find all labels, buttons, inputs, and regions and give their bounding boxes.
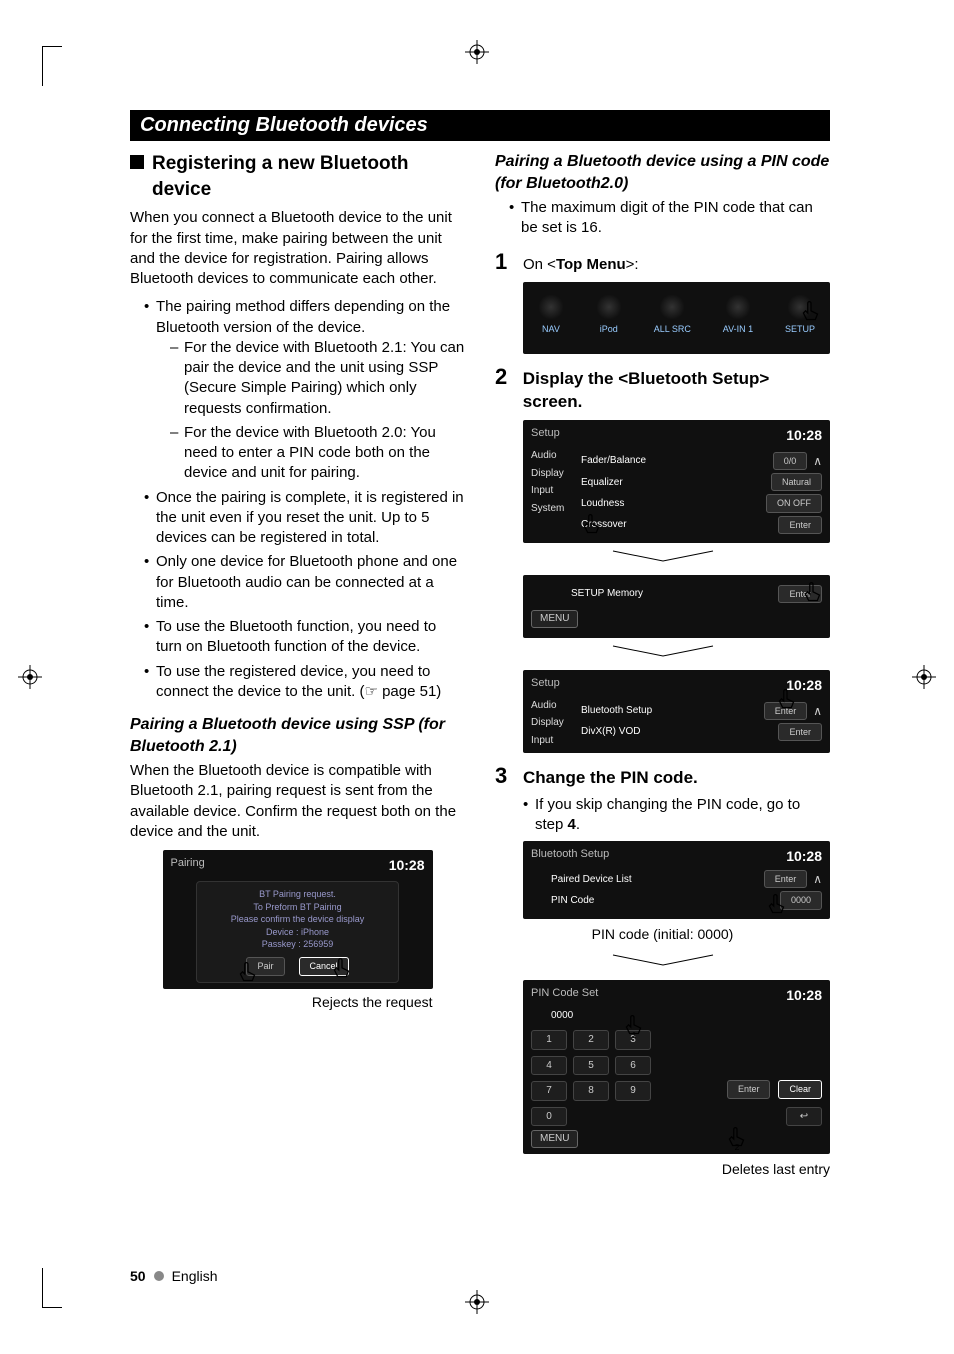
row-button[interactable]: Enter: [778, 723, 822, 741]
delete-caption: Deletes last entry: [495, 1160, 830, 1179]
registration-mark-icon: [912, 665, 936, 689]
top-menu-screenshot: NAV iPod ALL SRC AV-IN 1 SETUP: [523, 282, 830, 354]
touch-pointer-icon: 2: [724, 1126, 750, 1152]
list-item: If you skip changing the PIN code, go to…: [523, 795, 830, 836]
step-2-text: Display the <Bluetooth Setup> screen.: [523, 368, 830, 414]
pin-clear-button[interactable]: Clear: [778, 1080, 822, 1098]
list-item: The pairing method differs depending on …: [144, 297, 465, 483]
right-column: Pairing a Bluetooth device using a PIN c…: [495, 151, 830, 1189]
setup-memory-screenshot: SETUP Memory Enter MENU: [523, 575, 830, 638]
step-number: 3: [495, 761, 513, 791]
page-number: 50: [130, 1268, 146, 1284]
tab-audio[interactable]: Audio: [531, 699, 575, 713]
crop-mark-bottom-left: [42, 1268, 62, 1308]
bluetooth-setup-screenshot: Bluetooth Setup 10:28 Paired Device List…: [523, 841, 830, 918]
step-number: 2: [495, 362, 513, 392]
row-button[interactable]: Enter: [764, 870, 808, 888]
tab-input[interactable]: Input: [531, 734, 575, 748]
setup-screenshot-1: Setup 10:28 Audio Display Input System F…: [523, 420, 830, 542]
subsection-heading: Registering a new Bluetooth device: [152, 151, 465, 202]
page-footer: 50 English: [130, 1268, 218, 1284]
list-item: For the device with Bluetooth 2.1: You c…: [170, 338, 465, 419]
back-icon[interactable]: ↩: [786, 1107, 822, 1127]
pairing-dialog: BT Pairing request. To Preform BT Pairin…: [196, 881, 399, 983]
list-item: To use the Bluetooth function, you need …: [144, 617, 465, 658]
reject-caption: Rejects the request: [163, 993, 433, 1012]
pin-value: 0000: [551, 1009, 822, 1023]
keypad-key[interactable]: 9: [615, 1081, 651, 1101]
topmenu-ipod[interactable]: iPod: [596, 294, 622, 335]
tab-audio[interactable]: Audio: [531, 449, 575, 463]
ss-time: 10:28: [389, 856, 425, 875]
keypad-key[interactable]: 7: [531, 1081, 567, 1101]
keypad-key[interactable]: 4: [531, 1056, 567, 1076]
cancel-button[interactable]: Cancel: [299, 957, 349, 976]
intro-paragraph: When you connect a Bluetooth device to t…: [130, 208, 465, 289]
tab-display[interactable]: Display: [531, 467, 575, 481]
list-item: Once the pairing is complete, it is regi…: [144, 488, 465, 549]
topmenu-avin1[interactable]: AV-IN 1: [723, 294, 753, 335]
ss-title: Setup: [531, 426, 560, 445]
list-item: The maximum digit of the PIN code that c…: [509, 198, 830, 239]
ss-time: 10:28: [786, 426, 822, 445]
down-arrow-icon: [495, 644, 830, 664]
down-arrow-icon: [495, 953, 830, 973]
row-button[interactable]: ON OFF: [766, 494, 822, 512]
keypad-key[interactable]: 3: [615, 1030, 651, 1050]
step-3-text: Change the PIN code.: [523, 767, 698, 790]
ssp-heading: Pairing a Bluetooth device using SSP (fo…: [130, 714, 465, 757]
crop-mark-top-left: [42, 46, 62, 86]
tab-display[interactable]: Display: [531, 716, 575, 730]
keypad-key[interactable]: 2: [573, 1030, 609, 1050]
keypad-key[interactable]: 8: [573, 1081, 609, 1101]
topmenu-nav[interactable]: NAV: [538, 294, 564, 335]
list-item: Only one device for Bluetooth phone and …: [144, 552, 465, 613]
setup-screenshot-2: Setup 10:28 Audio Display Input Bluetoot…: [523, 670, 830, 753]
list-item: For the device with Bluetooth 2.0: You n…: [170, 423, 465, 484]
pair-button[interactable]: Pair: [246, 957, 284, 976]
pin-code-set-screenshot: PIN Code Set 10:28 0000 1 2 3 4 5 6 7: [523, 980, 830, 1154]
keypad-key[interactable]: 5: [573, 1056, 609, 1076]
menu-button[interactable]: MENU: [531, 1130, 578, 1148]
row-button[interactable]: Natural: [771, 473, 822, 491]
bluetooth-setup-enter[interactable]: Enter: [764, 702, 808, 720]
registration-mark-icon: [18, 665, 42, 689]
registration-mark-icon: [465, 1290, 489, 1314]
pin-heading: Pairing a Bluetooth device using a PIN c…: [495, 151, 830, 194]
topmenu-setup[interactable]: SETUP: [785, 294, 815, 335]
language-label: English: [172, 1268, 218, 1284]
square-bullet-icon: [130, 155, 144, 169]
topmenu-allsrc[interactable]: ALL SRC: [654, 294, 691, 335]
down-arrow-icon: [495, 549, 830, 569]
ssp-paragraph: When the Bluetooth device is compatible …: [130, 761, 465, 842]
menu-button[interactable]: MENU: [531, 610, 578, 628]
keypad-key[interactable]: 1: [531, 1030, 567, 1050]
registration-mark-icon: [465, 40, 489, 64]
pin-enter-button[interactable]: Enter: [727, 1080, 771, 1098]
svg-text:2: 2: [735, 1141, 740, 1151]
left-column: Registering a new Bluetooth device When …: [130, 151, 465, 1189]
pin-initial-caption: PIN code (initial: 0000): [495, 925, 830, 944]
tab-input[interactable]: Input: [531, 484, 575, 498]
row-button[interactable]: Enter: [778, 516, 822, 534]
setup-memory-enter[interactable]: Enter: [778, 585, 822, 603]
section-heading: Connecting Bluetooth devices: [130, 110, 830, 141]
row-button[interactable]: 0/0: [773, 452, 808, 470]
pairing-screenshot: Pairing 10:28 BT Pairing request. To Pre…: [163, 850, 433, 988]
keypad-key[interactable]: 6: [615, 1056, 651, 1076]
list-item: To use the registered device, you need t…: [144, 662, 465, 703]
step-1-text: On <Top Menu>:: [523, 255, 639, 275]
pin-code-button[interactable]: 0000: [780, 891, 822, 909]
keypad-key[interactable]: 0: [531, 1107, 567, 1127]
dot-icon: [154, 1271, 164, 1281]
tab-system[interactable]: System: [531, 502, 575, 516]
ss-title: Pairing: [171, 856, 205, 875]
step-number: 1: [495, 247, 513, 277]
